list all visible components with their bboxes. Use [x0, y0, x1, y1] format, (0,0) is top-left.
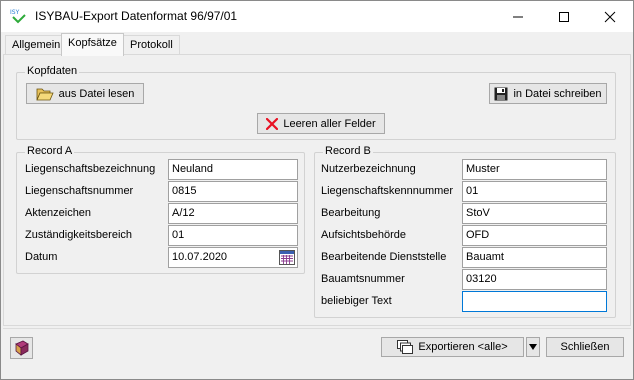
- liegenschaftskennnummer-label: Liegenschaftskennnummer: [321, 185, 454, 197]
- close-button-label: Schließen: [560, 341, 610, 353]
- chevron-down-icon: [529, 344, 537, 350]
- record-a-group-label: Record A: [25, 145, 75, 157]
- aufsichtsbehoerde-label: Aufsichtsbehörde: [321, 229, 406, 241]
- aufsichtsbehoerde-input[interactable]: OFD: [462, 225, 607, 246]
- liegenschaftsnummer-input[interactable]: 0815: [168, 181, 298, 202]
- zustaendigkeitsbereich-input[interactable]: 01: [168, 225, 298, 246]
- bauamtsnummer-input[interactable]: 03120: [462, 269, 607, 290]
- clear-all-fields-button[interactable]: Leeren aller Felder: [257, 113, 385, 134]
- nutzerbezeichnung-input[interactable]: Muster: [462, 159, 607, 180]
- export-all-label: Exportieren <alle>: [418, 341, 508, 353]
- help-book-icon: [14, 340, 29, 356]
- record-b-group-label: Record B: [323, 145, 373, 157]
- write-to-file-button[interactable]: in Datei schreiben: [489, 83, 607, 104]
- close-button[interactable]: Schließen: [546, 337, 624, 357]
- aktenzeichen-label: Aktenzeichen: [25, 207, 92, 219]
- app-logo-icon: ISY: [10, 8, 28, 24]
- bearbeitung-input[interactable]: StoV: [462, 203, 607, 224]
- export-windows-icon: [397, 340, 414, 354]
- calendar-icon[interactable]: [279, 250, 295, 265]
- title-bar[interactable]: ISY ISYBAU-Export Datenformat 96/97/01: [1, 1, 633, 32]
- tab-protokoll[interactable]: Protokoll: [123, 35, 180, 55]
- bauamtsnummer-label: Bauamtsnummer: [321, 273, 405, 285]
- bearbeitung-label: Bearbeitung: [321, 207, 381, 219]
- maximize-icon: [559, 12, 569, 22]
- minimize-icon: [513, 16, 523, 18]
- export-all-button[interactable]: Exportieren <alle>: [381, 337, 524, 357]
- zustaendigkeitsbereich-label: Zuständigkeitsbereich: [25, 229, 133, 241]
- datum-input[interactable]: 10.07.2020: [168, 247, 298, 268]
- record-b-group: Record B Nutzerbezeichnung Muster Liegen…: [314, 145, 616, 318]
- datum-value: 10.07.2020: [172, 251, 228, 263]
- tab-strip: Allgemein Kopfsätze Protokoll: [3, 33, 633, 56]
- maximize-button[interactable]: [541, 1, 587, 32]
- window-title: ISYBAU-Export Datenformat 96/97/01: [35, 9, 238, 23]
- beliebiger-text-input[interactable]: [462, 291, 607, 312]
- close-window-button[interactable]: [587, 1, 633, 32]
- minimize-button[interactable]: [495, 1, 541, 32]
- footer-divider: [3, 328, 631, 329]
- tab-panel-kopfsaetze: Kopfdaten aus Datei lesen in Datei schre…: [3, 54, 631, 326]
- aktenzeichen-input[interactable]: A/12: [168, 203, 298, 224]
- svg-text:ISY: ISY: [10, 9, 20, 16]
- tab-allgemein[interactable]: Allgemein: [5, 35, 68, 55]
- kopfdaten-group-label: Kopfdaten: [25, 65, 80, 77]
- export-options-dropdown[interactable]: [526, 337, 540, 357]
- kopfdaten-group: Kopfdaten aus Datei lesen in Datei schre…: [16, 65, 616, 140]
- datum-label: Datum: [25, 251, 58, 263]
- write-to-file-label: in Datei schreiben: [513, 87, 602, 100]
- clear-x-icon: [266, 117, 279, 130]
- liegenschaftsnummer-label: Liegenschaftsnummer: [25, 185, 134, 197]
- beliebiger-text-label: beliebiger Text: [321, 295, 392, 307]
- read-from-file-label: aus Datei lesen: [58, 87, 135, 100]
- help-book-button[interactable]: [10, 337, 33, 359]
- nutzerbezeichnung-label: Nutzerbezeichnung: [321, 163, 416, 175]
- liegenschaftskennnummer-input[interactable]: 01: [462, 181, 607, 202]
- read-from-file-button[interactable]: aus Datei lesen: [26, 83, 144, 104]
- bearbeitende-dienststelle-input[interactable]: Bauamt: [462, 247, 607, 268]
- liegenschaftsbezeichnung-label: Liegenschaftsbezeichnung: [25, 163, 156, 175]
- dialog-window: ISY ISYBAU-Export Datenformat 96/97/01 A…: [0, 0, 634, 380]
- close-icon: [604, 11, 616, 23]
- record-a-group: Record A Liegenschaftsbezeichnung Neulan…: [16, 145, 305, 274]
- liegenschaftsbezeichnung-input[interactable]: Neuland: [168, 159, 298, 180]
- floppy-disk-icon: [494, 87, 508, 100]
- tab-kopfsaetze[interactable]: Kopfsätze: [61, 33, 124, 56]
- clear-all-fields-label: Leeren aller Felder: [283, 117, 376, 130]
- bearbeitende-dienststelle-label: Bearbeitende Dienststelle: [321, 251, 447, 263]
- folder-open-icon: [35, 88, 54, 100]
